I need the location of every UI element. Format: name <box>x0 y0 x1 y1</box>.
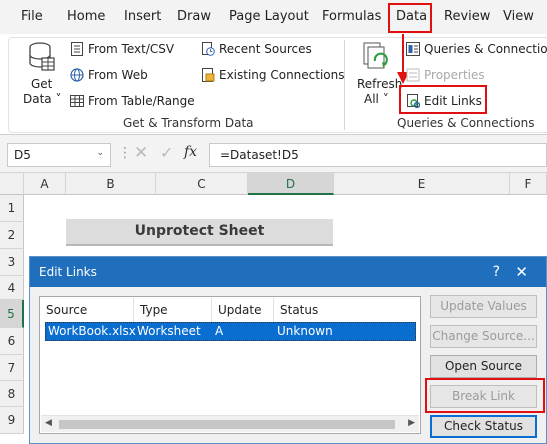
link-source: WorkBook.xlsx <box>48 324 136 338</box>
queries-connections-button[interactable]: Queries & Connections <box>424 42 547 56</box>
get-data-label-1: Get <box>31 77 53 91</box>
edit-links-dialog: Edit Links ? ✕ Source Type Update Status… <box>29 256 547 444</box>
scroll-left-icon[interactable]: ◀ <box>45 418 52 428</box>
properties-icon <box>406 68 420 82</box>
row-header-2[interactable]: 2 <box>0 222 24 249</box>
database-icon <box>29 42 55 71</box>
recent-sources-button[interactable]: Recent Sources <box>219 42 312 56</box>
list-header-type[interactable]: Type <box>134 298 212 322</box>
formula-input[interactable]: =Dataset!D5 <box>209 143 547 167</box>
open-source-button[interactable]: Open Source <box>430 355 537 378</box>
refresh-all-label-2: All ˅ <box>364 92 389 106</box>
menu-draw[interactable]: Draw <box>177 9 211 24</box>
menu-insert[interactable]: Insert <box>124 9 161 24</box>
from-web-button[interactable]: From Web <box>88 68 148 82</box>
column-header-a[interactable]: A <box>24 173 66 195</box>
menu-bar: File Home Insert Draw Page Layout Formul… <box>0 0 547 34</box>
existing-connections-button[interactable]: Existing Connections <box>219 68 345 82</box>
bottom-edge <box>0 434 29 444</box>
column-header-b[interactable]: B <box>66 173 156 195</box>
existing-connections-icon <box>202 68 215 82</box>
refresh-icon <box>363 42 388 69</box>
get-data-label-2: Data ˅ <box>23 92 62 106</box>
row-header-1[interactable]: 1 <box>0 195 24 222</box>
menu-formulas[interactable]: Formulas <box>322 9 381 24</box>
column-header-d[interactable]: D <box>248 173 334 195</box>
select-all-corner[interactable] <box>0 173 24 195</box>
change-source-button[interactable]: Change Source... <box>430 325 537 348</box>
sheet-title-cell[interactable]: Unprotect Sheet <box>66 219 333 246</box>
properties-button[interactable]: Properties <box>424 68 485 82</box>
link-status: Unknown <box>277 324 333 338</box>
formula-bar: D5 ⌄ ⋮ ✕ ✓ fx =Dataset!D5 <box>0 135 547 173</box>
name-box[interactable]: D5 ⌄ <box>7 143 111 167</box>
check-status-button[interactable]: Check Status <box>430 415 537 438</box>
insert-function-icon[interactable]: fx <box>184 144 197 160</box>
group-separator <box>344 40 345 130</box>
group-label-queries: Queries & Connections <box>397 116 535 130</box>
list-header-status[interactable]: Status <box>274 298 420 322</box>
column-header-e[interactable]: E <box>334 173 510 195</box>
group-label-get-transform: Get & Transform Data <box>123 116 254 130</box>
scroll-right-icon[interactable]: ▶ <box>408 418 415 428</box>
menu-home[interactable]: Home <box>67 9 105 24</box>
break-link-highlight <box>425 378 545 413</box>
name-box-value: D5 <box>14 148 31 162</box>
cancel-icon[interactable]: ✕ <box>134 143 148 163</box>
menu-file[interactable]: File <box>21 9 43 24</box>
list-header-update[interactable]: Update <box>212 298 274 322</box>
from-table-range-button[interactable]: From Table/Range <box>88 94 195 108</box>
edit-links-highlight <box>399 85 487 114</box>
column-header-f[interactable]: F <box>510 173 547 195</box>
chevron-down-icon[interactable]: ⌄ <box>96 148 104 158</box>
links-list[interactable]: Source Type Update Status WorkBook.xlsx … <box>39 296 421 434</box>
row-header-3[interactable]: 3 <box>0 249 24 276</box>
from-text-csv-button[interactable]: From Text/CSV <box>88 42 174 56</box>
close-icon[interactable]: ✕ <box>515 257 528 287</box>
update-values-button[interactable]: Update Values <box>430 295 537 318</box>
dialog-title-bar: Edit Links <box>30 257 546 287</box>
menu-view[interactable]: View <box>503 9 534 24</box>
data-tab-highlight <box>388 3 432 33</box>
row-header-7[interactable]: 7 <box>0 355 24 381</box>
menu-page-layout[interactable]: Page Layout <box>229 9 309 24</box>
menu-review[interactable]: Review <box>444 9 490 24</box>
scroll-thumb[interactable] <box>59 420 395 429</box>
enter-icon[interactable]: ✓ <box>160 143 173 162</box>
list-item[interactable]: WorkBook.xlsx Worksheet A Unknown <box>45 322 416 341</box>
globe-icon <box>70 68 84 82</box>
link-type: Worksheet <box>137 324 201 338</box>
row-header-8[interactable]: 8 <box>0 381 24 407</box>
formula-bar-grip-icon: ⋮ <box>118 145 132 161</box>
column-header-c[interactable]: C <box>156 173 248 195</box>
horizontal-scrollbar[interactable]: ◀ ▶ <box>41 415 419 432</box>
text-file-icon <box>71 42 83 56</box>
queries-connections-icon <box>406 42 420 56</box>
row-header-5[interactable]: 5 <box>0 300 24 328</box>
list-header-source[interactable]: Source <box>40 298 134 322</box>
table-icon <box>70 95 84 107</box>
help-icon[interactable]: ? <box>493 257 500 287</box>
row-header-6[interactable]: 6 <box>0 328 24 355</box>
dialog-title: Edit Links <box>39 265 97 279</box>
get-data-button[interactable]: Get Data ˅ <box>19 40 61 110</box>
link-update: A <box>215 324 224 338</box>
row-header-4[interactable]: 4 <box>0 276 24 300</box>
recent-sources-icon <box>202 42 215 56</box>
row-header-9[interactable]: 9 <box>0 407 24 434</box>
